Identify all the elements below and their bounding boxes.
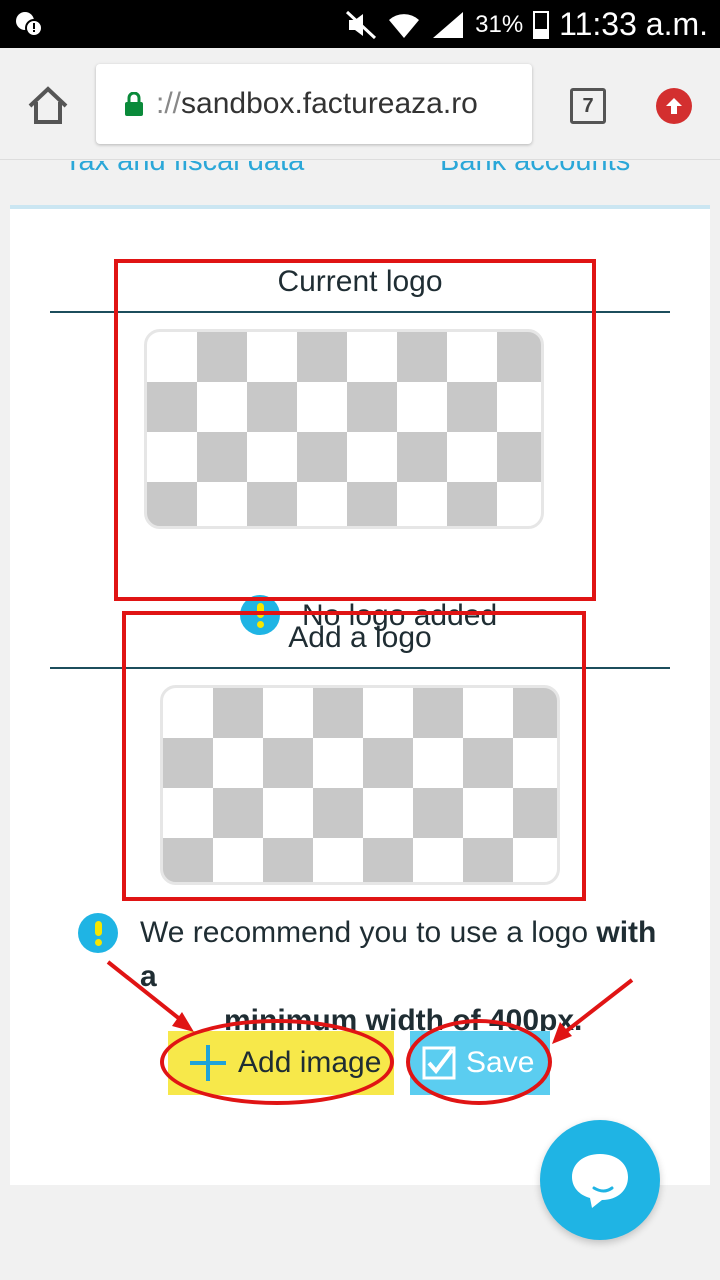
home-icon[interactable] (26, 84, 70, 128)
logo-recommendation: We recommend you to use a logo with a mi… (140, 916, 657, 1037)
mute-icon (346, 10, 377, 39)
tab-switcher-button[interactable]: 7 (570, 88, 606, 124)
highlight-ellipse-add-image (160, 1019, 394, 1105)
tab-tax-fiscal-data[interactable]: Tax and fiscal data (64, 161, 304, 176)
notification-icon (14, 10, 44, 43)
lock-icon (125, 92, 143, 116)
highlight-box-add-logo (122, 611, 586, 901)
clock: 11:33 a.m. (559, 6, 708, 42)
tab-bank-accounts[interactable]: Bank accounts (440, 161, 630, 176)
info-icon (78, 913, 118, 953)
url-host: sandbox.factureaza.ro (181, 87, 478, 120)
page-content: Tax and fiscal data Bank accounts Curren… (0, 161, 720, 1280)
upload-icon[interactable] (656, 88, 692, 124)
highlight-box-current-logo (114, 259, 596, 601)
logo-card: Current logo No logo added Add a logo We… (10, 209, 710, 1185)
highlight-ellipse-save (406, 1019, 552, 1105)
status-bar: 31% 11:33 a.m. (0, 0, 720, 48)
url-scheme: :// (156, 87, 182, 120)
address-bar[interactable]: :// sandbox.factureaza.ro (96, 64, 532, 144)
browser-toolbar: :// sandbox.factureaza.ro 7 (0, 48, 720, 160)
wifi-icon (389, 13, 420, 38)
signal-icon (433, 11, 464, 38)
chat-button[interactable] (540, 1120, 660, 1240)
chat-bubble-icon (572, 1154, 628, 1208)
battery-icon (533, 10, 550, 39)
battery-percent: 31% (475, 10, 524, 38)
